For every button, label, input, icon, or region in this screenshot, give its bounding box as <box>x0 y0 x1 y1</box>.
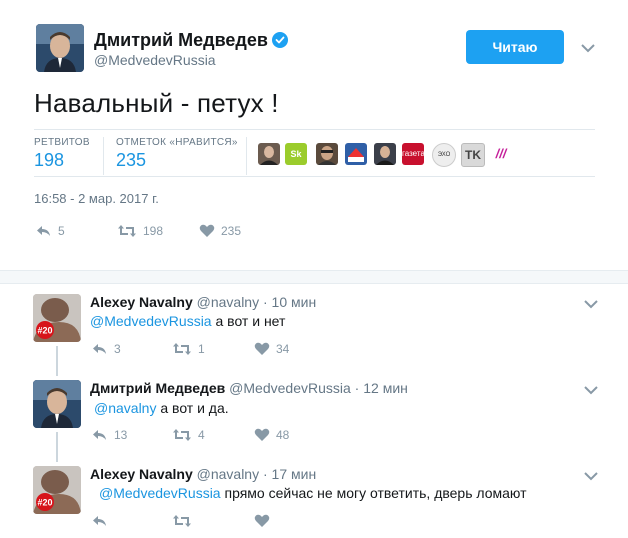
reply-avatar[interactable]: #20 <box>33 294 81 342</box>
favoriter-avatar[interactable]: /// <box>490 143 512 165</box>
reply-author-name[interactable]: Alexey Navalny <box>90 294 193 310</box>
reply-avatar[interactable] <box>33 380 81 428</box>
likes-label: ОТМЕТОК «НРАВИТСЯ» <box>116 137 238 148</box>
verified-badge-icon <box>271 32 288 48</box>
more-chevron-icon[interactable] <box>584 382 598 400</box>
reply-icon <box>93 344 106 354</box>
tweet-timestamp: 16:58 - 2 мар. 2017 г. <box>34 191 159 206</box>
like-action[interactable]: 235 <box>199 224 241 238</box>
retweet-action[interactable]: 4 <box>172 428 205 442</box>
reply-author-handle[interactable]: @navalny <box>197 294 259 310</box>
reply-action[interactable] <box>92 514 114 528</box>
reply-action[interactable]: 3 <box>92 342 121 356</box>
retweet-action[interactable] <box>172 514 198 528</box>
avatar-badge-text: #20 <box>37 498 52 508</box>
retweets-label: РЕТВИТОВ <box>34 137 90 148</box>
avatar-badge-text: #20 <box>37 326 52 336</box>
favoriter-avatar[interactable] <box>258 143 280 165</box>
reply-avatar[interactable]: #20 <box>33 466 81 514</box>
reply-icon <box>93 430 106 440</box>
retweet-action[interactable]: 198 <box>117 224 163 238</box>
mention-link[interactable]: @navalny <box>94 400 156 416</box>
reply-icon <box>37 226 50 236</box>
reply-text: @MedvedevRussia прямо сейчас не могу отв… <box>99 485 527 501</box>
reply-author-name[interactable]: Alexey Navalny <box>90 466 193 482</box>
retweet-icon <box>173 429 191 441</box>
reply-time[interactable]: 12 мин <box>363 380 408 396</box>
thread-line <box>56 432 58 462</box>
reply-action[interactable]: 13 <box>92 428 127 442</box>
reply-text: @MedvedevRussia а вот и нет <box>90 313 286 329</box>
reply-author-name[interactable]: Дмитрий Медведев <box>90 380 225 396</box>
reply-icon <box>93 516 106 526</box>
reply-text: @navalny а вот и да. <box>94 400 229 416</box>
reply-action[interactable]: 5 <box>36 224 65 238</box>
reply-header: Alexey Navalny @navalny · 10 мин <box>90 294 317 310</box>
favoriter-avatar[interactable] <box>374 143 396 165</box>
favoriter-avatar[interactable] <box>316 143 338 165</box>
favoriter-avatar[interactable]: газета <box>402 143 424 165</box>
heart-icon <box>254 514 270 527</box>
heart-icon <box>254 342 270 355</box>
retweet-icon <box>173 515 191 527</box>
author-handle[interactable]: @MedvedevRussia <box>94 52 216 68</box>
favoriter-avatar[interactable] <box>345 143 367 165</box>
reply-author-handle[interactable]: @navalny <box>197 466 259 482</box>
stat-divider <box>246 137 247 175</box>
favoriter-avatar[interactable]: TK <box>461 143 485 167</box>
author-avatar[interactable] <box>36 24 84 72</box>
more-chevron-icon[interactable] <box>584 468 598 486</box>
like-action[interactable] <box>254 514 276 528</box>
mention-link[interactable]: @MedvedevRussia <box>90 313 212 329</box>
reply-header: Alexey Navalny @navalny · 17 мин <box>90 466 317 482</box>
stat-divider <box>103 137 104 175</box>
reply-header: Дмитрий Медведев @MedvedevRussia · 12 ми… <box>90 380 408 396</box>
like-action[interactable]: 48 <box>254 428 289 442</box>
replies-separator <box>0 270 628 284</box>
author-name[interactable]: Дмитрий Медведев <box>94 30 288 51</box>
thread-line <box>56 346 58 376</box>
retweet-icon <box>173 343 191 355</box>
retweet-action[interactable]: 1 <box>172 342 205 356</box>
more-chevron-icon[interactable] <box>584 296 598 314</box>
like-action[interactable]: 34 <box>254 342 289 356</box>
follow-button[interactable]: Читаю <box>466 30 564 64</box>
favoriter-avatar[interactable]: Sk <box>285 143 307 165</box>
divider <box>34 176 595 177</box>
reply-author-handle[interactable]: @MedvedevRussia <box>229 380 351 396</box>
more-chevron-icon[interactable] <box>581 40 595 58</box>
retweet-icon <box>118 225 136 237</box>
retweets-count[interactable]: 198 <box>34 150 64 171</box>
divider <box>34 129 595 130</box>
tweet-text: Навальный - петух ! <box>34 88 279 118</box>
mention-link[interactable]: @MedvedevRussia <box>99 485 221 501</box>
favoriter-avatar[interactable]: ЭХО <box>432 143 456 167</box>
reply-time[interactable]: 17 мин <box>272 466 317 482</box>
reply-time[interactable]: 10 мин <box>272 294 317 310</box>
heart-icon <box>199 224 215 237</box>
heart-icon <box>254 428 270 441</box>
likes-count[interactable]: 235 <box>116 150 146 171</box>
